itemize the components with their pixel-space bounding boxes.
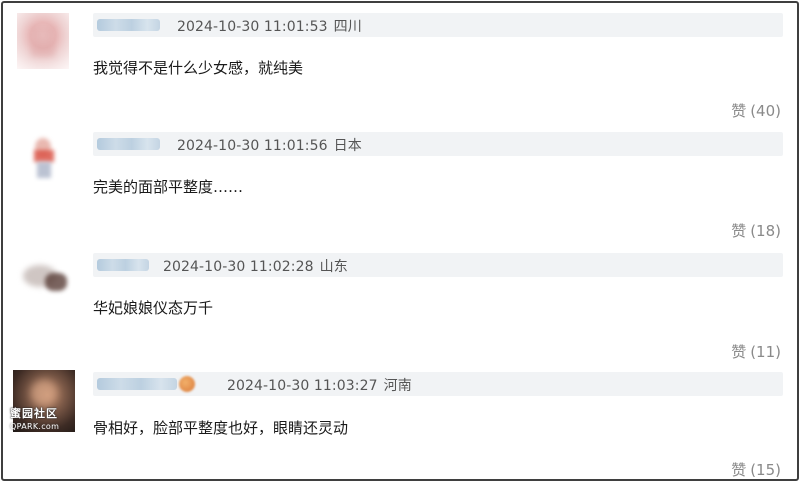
avatar[interactable] bbox=[15, 251, 73, 307]
comment-meta-bar: 2024-10-30 11:03:27 河南 bbox=[93, 372, 783, 396]
comment-timestamp: 2024-10-30 11:03:27 bbox=[227, 378, 378, 394]
comment-meta-bar: 2024-10-30 11:01:56 日本 bbox=[93, 132, 783, 156]
comment-text: 华妃娘娘仪态万千 bbox=[93, 299, 214, 317]
comment-text: 我觉得不是什么少女感，就纯美 bbox=[93, 59, 304, 77]
like-label: 赞 bbox=[731, 222, 747, 240]
comment-timestamp: 2024-10-30 11:01:53 bbox=[177, 19, 328, 35]
comment-meta-bar: 2024-10-30 11:02:28 山东 bbox=[93, 253, 783, 277]
like-count: (11) bbox=[750, 343, 781, 361]
comment-timestamp: 2024-10-30 11:01:56 bbox=[177, 138, 328, 154]
like-button[interactable]: 赞 (18) bbox=[731, 220, 781, 241]
username-blurred[interactable] bbox=[97, 19, 160, 31]
comment-item: 蜜园社区 QPARK.com 2024-10-30 11:03:27 河南 骨相好… bbox=[3, 362, 797, 479]
comment-timestamp: 2024-10-30 11:02:28 bbox=[163, 259, 314, 275]
comment-list: 2024-10-30 11:01:53 四川 我觉得不是什么少女感，就纯美 赞 (4… bbox=[1, 1, 799, 481]
watermark-logo: 蜜园社区 bbox=[10, 407, 58, 420]
comment-item: 2024-10-30 11:01:56 日本 完美的面部平整度…… 赞 (18) bbox=[3, 122, 797, 240]
comment-location: 日本 bbox=[333, 138, 362, 154]
comment-meta: 2024-10-30 11:01:56 日本 bbox=[177, 135, 368, 155]
comment-text: 骨相好，脸部平整度也好，眼睛还灵动 bbox=[93, 419, 349, 437]
username-blurred[interactable] bbox=[97, 378, 177, 390]
like-count: (18) bbox=[750, 222, 781, 240]
like-label: 赞 bbox=[731, 102, 747, 120]
watermark-url: QPARK.com bbox=[10, 422, 60, 431]
like-count: (40) bbox=[750, 102, 781, 120]
comment-meta: 2024-10-30 11:02:28 山东 bbox=[163, 256, 354, 276]
comment-meta: 2024-10-30 11:03:27 河南 bbox=[227, 375, 418, 395]
comment-location: 河南 bbox=[383, 378, 412, 394]
like-label: 赞 bbox=[731, 461, 747, 479]
username-emoji-icon bbox=[179, 376, 195, 392]
avatar[interactable] bbox=[17, 13, 69, 69]
username-blurred[interactable] bbox=[97, 138, 160, 150]
like-count: (15) bbox=[750, 461, 781, 479]
comment-location: 四川 bbox=[333, 19, 362, 35]
like-button[interactable]: 赞 (11) bbox=[731, 341, 781, 362]
comment-item: 2024-10-30 11:01:53 四川 我觉得不是什么少女感，就纯美 赞 (4… bbox=[3, 3, 797, 121]
like-button[interactable]: 赞 (15) bbox=[731, 459, 781, 479]
like-label: 赞 bbox=[731, 343, 747, 361]
blurred-avatar-icon bbox=[31, 380, 57, 406]
comment-location: 山东 bbox=[319, 259, 348, 275]
like-button[interactable]: 赞 (40) bbox=[731, 100, 781, 121]
comment-text: 完美的面部平整度…… bbox=[93, 178, 244, 196]
blurred-avatar-icon bbox=[31, 27, 55, 57]
avatar[interactable] bbox=[21, 132, 67, 182]
comment-item: 2024-10-30 11:02:28 山东 华妃娘娘仪态万千 赞 (11) bbox=[3, 243, 797, 361]
comment-meta-bar: 2024-10-30 11:01:53 四川 bbox=[93, 13, 783, 37]
comment-meta: 2024-10-30 11:01:53 四川 bbox=[177, 16, 368, 36]
username-blurred[interactable] bbox=[97, 259, 149, 271]
